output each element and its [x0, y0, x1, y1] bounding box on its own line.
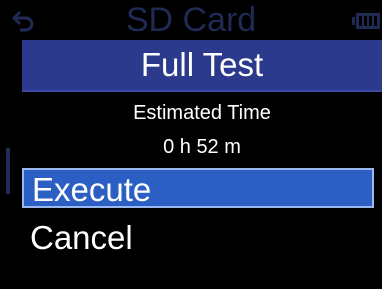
bottom-area: [22, 264, 382, 289]
device-screen: SD Card Full Test Estimated Time 0 h 52 …: [0, 0, 382, 289]
estimated-time-value: 0 h 52 m: [163, 136, 241, 158]
cancel-option[interactable]: Cancel: [22, 218, 382, 258]
estimated-time-label: Estimated Time: [133, 102, 271, 124]
battery-icon: [352, 13, 380, 29]
dialog-title: Full Test: [22, 40, 382, 92]
background-title: SD Card: [125, 1, 257, 39]
execute-option[interactable]: Execute: [22, 168, 374, 208]
background-scroll-marker: [6, 148, 10, 194]
background-header: SD Card: [0, 0, 382, 40]
full-test-dialog: Full Test Estimated Time 0 h 52 m Execut…: [22, 40, 382, 264]
